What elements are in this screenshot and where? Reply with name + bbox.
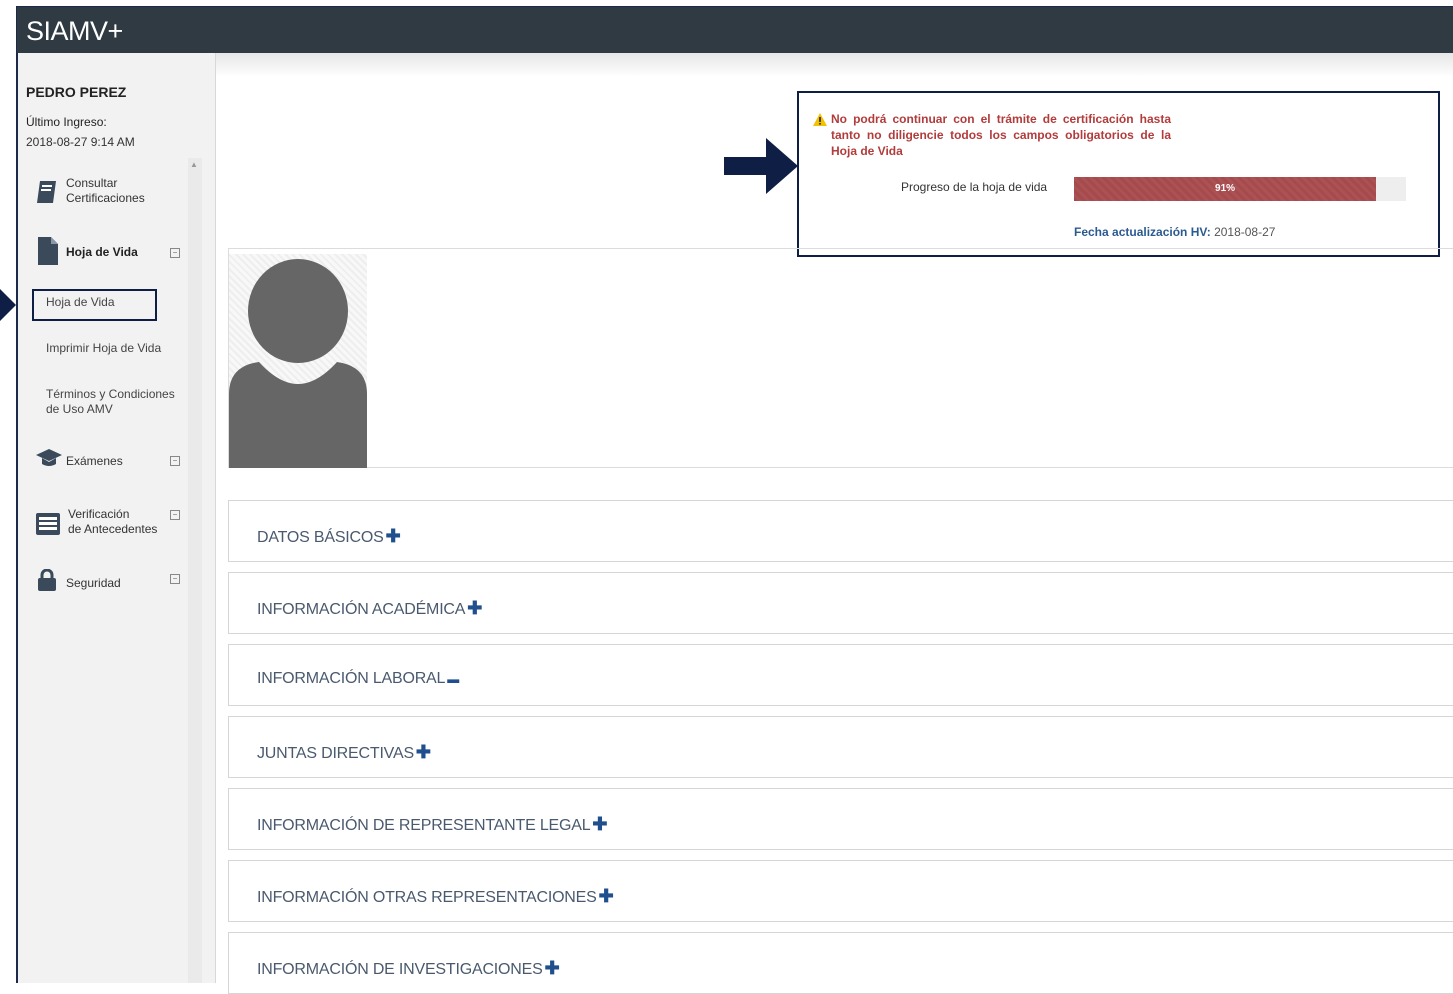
sidebar-item-hoja-de-vida[interactable]: Hoja de Vida − (18, 235, 188, 271)
annotation-arrow-left-icon (0, 289, 16, 321)
section-title: INFORMACIÓN OTRAS REPRESENTACIONES ✚ (257, 886, 614, 906)
last-login-value: 2018-08-27 9:14 AM (26, 135, 135, 149)
section-title: INFORMACIÓN DE REPRESENTANTE LEGAL ✚ (257, 814, 608, 834)
annotation-arrow-right-icon (724, 138, 798, 194)
user-name: PEDRO PEREZ (26, 84, 127, 100)
profile-progress-alert: No podrá continuar con el trámite de cer… (797, 91, 1440, 257)
alert-message: No podrá continuar con el trámite de cer… (831, 112, 1171, 158)
sidebar-subitem-hoja-de-vida[interactable]: Hoja de Vida (46, 295, 115, 310)
top-bar: SIAMV+ (17, 7, 1453, 53)
list-card-icon (36, 513, 60, 540)
progress-bar-fill: 91% (1074, 177, 1377, 201)
expand-plus-icon[interactable]: ✚ (467, 598, 482, 618)
scroll-up-arrow-icon[interactable]: ▲ (190, 160, 198, 169)
update-date-line: Fecha actualización HV: 2018-08-27 (1074, 225, 1275, 239)
last-login-label: Último Ingreso: (26, 115, 107, 129)
expand-plus-icon[interactable]: ✚ (545, 958, 560, 978)
sidebar-item-label: Hoja de Vida (66, 245, 138, 259)
collapse-toggle-icon[interactable]: − (170, 574, 180, 584)
book-icon (36, 179, 58, 210)
sidebar-item-label: Verificación de Antecedentes (68, 507, 158, 536)
section-representante-legal[interactable]: INFORMACIÓN DE REPRESENTANTE LEGAL ✚ (228, 788, 1453, 850)
section-title: JUNTAS DIRECTIVAS ✚ (257, 742, 431, 762)
expand-plus-icon[interactable]: ✚ (386, 526, 401, 546)
expand-plus-icon[interactable]: ✚ (592, 814, 607, 834)
main-header-shade (216, 53, 1453, 77)
sidebar: PEDRO PEREZ Último Ingreso: 2018-08-27 9… (18, 53, 216, 983)
avatar[interactable] (229, 254, 367, 468)
expand-plus-icon[interactable]: ✚ (599, 886, 614, 906)
sidebar-item-label: Consultar Certificaciones (66, 176, 145, 205)
section-title: INFORMACIÓN DE INVESTIGACIONES ✚ (257, 958, 560, 978)
section-title: DATOS BÁSICOS ✚ (257, 526, 401, 546)
graduation-cap-icon (36, 447, 62, 474)
progress-label: Progreso de la hoja de vida (901, 180, 1048, 194)
section-title: INFORMACIÓN ACADÉMICA ✚ (257, 598, 483, 618)
sidebar-item-label: Seguridad (66, 576, 121, 590)
collapse-toggle-icon[interactable]: − (170, 510, 180, 520)
document-icon (38, 237, 58, 270)
section-informacion-laboral[interactable]: INFORMACIÓN LABORAL ▬ (228, 644, 1453, 706)
warning-icon (813, 113, 827, 131)
lock-icon (38, 568, 56, 596)
collapse-toggle-icon[interactable]: − (170, 248, 180, 258)
section-juntas-directivas[interactable]: JUNTAS DIRECTIVAS ✚ (228, 716, 1453, 778)
profile-photo-panel (228, 248, 1453, 468)
progress-bar: 91% (1074, 177, 1406, 201)
sidebar-item-label: Exámenes (66, 454, 123, 468)
section-datos-basicos[interactable]: DATOS BÁSICOS ✚ (228, 500, 1453, 562)
update-date-label: Fecha actualización HV: (1074, 225, 1211, 239)
progress-percent: 91% (1215, 183, 1236, 194)
sidebar-item-consultar-certificaciones[interactable]: Consultar Certificaciones (18, 173, 188, 213)
collapse-minus-icon[interactable]: ▬ (447, 672, 459, 686)
section-otras-representaciones[interactable]: INFORMACIÓN OTRAS REPRESENTACIONES ✚ (228, 860, 1453, 922)
sidebar-subitem-terminos-condiciones[interactable]: Términos y Condiciones de Uso AMV (46, 387, 175, 417)
sidebar-scrollbar[interactable]: ▲ (188, 158, 202, 983)
sidebar-item-seguridad[interactable]: Seguridad − (18, 567, 188, 597)
collapse-toggle-icon[interactable]: − (170, 456, 180, 466)
section-investigaciones[interactable]: INFORMACIÓN DE INVESTIGACIONES ✚ (228, 932, 1453, 994)
section-title: INFORMACIÓN LABORAL ▬ (257, 670, 460, 687)
sidebar-item-examenes[interactable]: Exámenes − (18, 445, 188, 475)
app-title: SIAMV+ (26, 16, 123, 46)
update-date-value: 2018-08-27 (1214, 225, 1276, 239)
sidebar-item-verificacion-antecedentes[interactable]: Verificación de Antecedentes − (18, 505, 188, 541)
sidebar-subitem-imprimir-hoja-de-vida[interactable]: Imprimir Hoja de Vida (46, 341, 161, 356)
expand-plus-icon[interactable]: ✚ (416, 742, 431, 762)
section-informacion-academica[interactable]: INFORMACIÓN ACADÉMICA ✚ (228, 572, 1453, 634)
user-silhouette-icon (229, 259, 367, 468)
